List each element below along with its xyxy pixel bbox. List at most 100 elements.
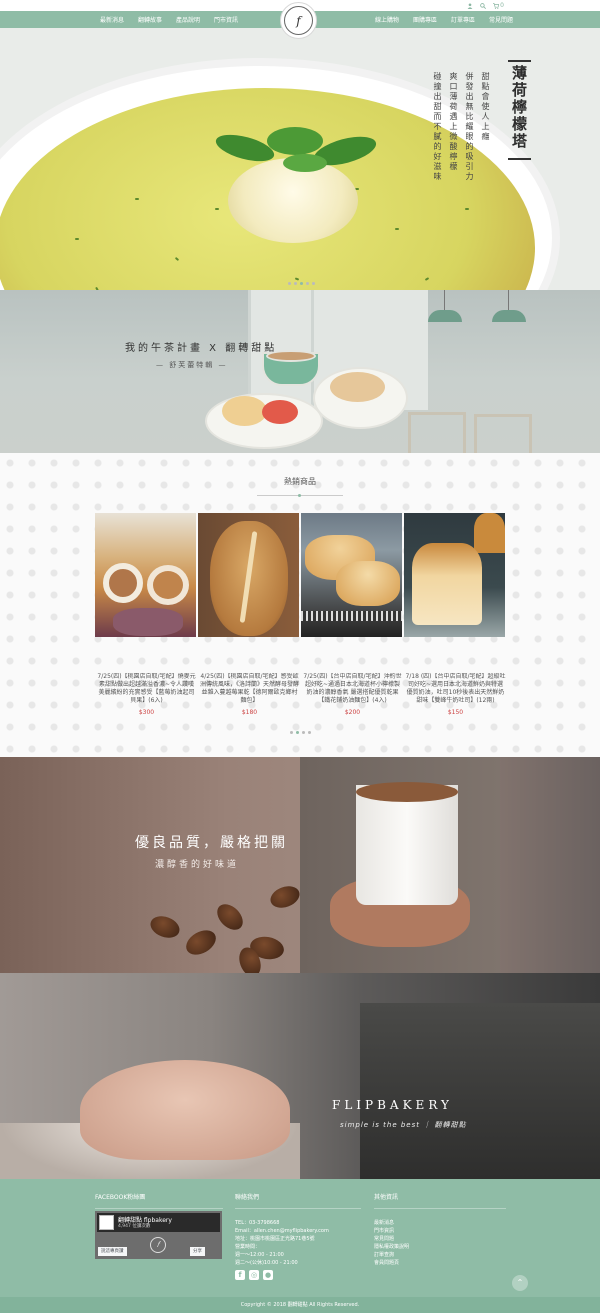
- coffee-latte-top: [356, 782, 458, 802]
- contact-address: 地址：桃園市桃園區正光路71巷5號: [235, 1236, 315, 1242]
- coffee-cup-image: [356, 785, 458, 905]
- logo-mark: 𝑓: [284, 6, 313, 35]
- tea-subtitle: — 舒芙蕾特輯 —: [156, 361, 228, 369]
- pendant-lamp: [492, 290, 526, 322]
- afternoon-tea-banner[interactable]: [0, 290, 600, 453]
- hero-line-1: 甜點會使人上癮: [481, 72, 490, 142]
- hero-dot[interactable]: [306, 282, 309, 285]
- souffle-pancake: [222, 396, 267, 426]
- chair-image: [408, 412, 466, 453]
- nav-item-group-buy[interactable]: 團購專區: [413, 15, 437, 24]
- social-links: f ◎ ●: [235, 1270, 273, 1280]
- product-image-country-bread[interactable]: [198, 513, 299, 637]
- nav-item-shop[interactable]: 線上購物: [375, 15, 399, 24]
- footer-link-news[interactable]: 最新消息: [374, 1219, 506, 1227]
- contact-hours-1: 週一～12:00 - 21:00: [235, 1252, 284, 1258]
- product-card[interactable]: 7/18 (四)【台中店自取/宅配】超級吐司好吃~選用日本北海道鮮奶與特選優質奶…: [404, 513, 507, 716]
- fb-header: 翻轉甜點 flpbakery 4,947 位讚次數: [97, 1213, 220, 1232]
- hero-banner[interactable]: 薄荷檸檬塔 甜點會使人上癮 併發出無比耀眼的吸引力 爽口薄荷遇上微酸檸檬 碰撞出…: [0, 28, 600, 290]
- facebook-widget[interactable]: 翻轉甜點 flpbakery 4,947 位讚次數 𝑓 說這專頁讚 分享: [95, 1211, 222, 1259]
- products-slider-dots: [290, 731, 311, 734]
- products-dot[interactable]: [308, 731, 311, 734]
- hero-slider-dots: [288, 282, 315, 285]
- product-description[interactable]: 4/25(四)【桃園店自取/宅配】感受歐洲傳統風味，《洛詩蘭》天然酵母發酵並雜入…: [198, 673, 301, 705]
- tea-title: 我的午茶計畫 X 翻轉甜點: [125, 343, 278, 354]
- fb-page-avatar: [99, 1215, 114, 1230]
- nav-item-story[interactable]: 翻轉故事: [138, 15, 162, 24]
- fb-like-label: 說這專頁讚: [101, 1249, 124, 1254]
- hero-dot-active[interactable]: [300, 282, 303, 285]
- kneading-hands-image: [80, 1060, 290, 1160]
- contact-tel[interactable]: TEL：03-3798668: [235, 1219, 361, 1227]
- fb-heading: FACEBOOK粉絲團: [95, 1194, 146, 1201]
- hero-dot[interactable]: [288, 282, 291, 285]
- product-card[interactable]: 4/25(四)【桃園店自取/宅配】感受歐洲傳統風味，《洛詩蘭》天然酵母發酵並雜入…: [198, 513, 301, 716]
- shop-interior: [360, 1003, 600, 1179]
- footer-facebook-column: FACEBOOK粉絲團: [95, 1192, 223, 1209]
- links-heading: 其他資訊: [374, 1194, 399, 1201]
- quality-subtitle: 濃醇香的好味道: [155, 860, 240, 870]
- product-image-milk-toast[interactable]: [404, 513, 505, 637]
- product-description[interactable]: 7/25(四)【台中店自取/宅配】沖約世超好吃~通過日本北海道杯小檸檬製奶油的濃…: [301, 673, 404, 705]
- contact-heading: 聯絡我們: [235, 1194, 260, 1201]
- chair-image: [474, 414, 532, 453]
- nav-item-faq[interactable]: 常見問題: [489, 15, 513, 24]
- line-icon[interactable]: ●: [263, 1270, 273, 1280]
- footer-link-faq[interactable]: 常見問題: [374, 1235, 506, 1243]
- products-dot[interactable]: [302, 731, 305, 734]
- products-dot[interactable]: [290, 731, 293, 734]
- user-icon[interactable]: [467, 2, 473, 9]
- footer-link-privacy[interactable]: 隱私權政策說明: [374, 1243, 506, 1251]
- souffle-plate-left: [205, 393, 323, 449]
- product-card[interactable]: 7/25(四)【桃園店自取/宅配】燒麥元素甜點做出超越滿溢香濃~令人讚嘆美麗繽紛…: [95, 513, 198, 716]
- cart-button[interactable]: 0: [493, 2, 504, 9]
- search-icon[interactable]: [480, 2, 487, 9]
- product-card[interactable]: 7/25(四)【台中店自取/宅配】沖約世超好吃~通過日本北海道杯小檸檬製奶油的濃…: [301, 513, 404, 716]
- souffle-pancake: [330, 372, 385, 402]
- fruit-topping: [262, 400, 298, 424]
- coffee-bean: [267, 882, 303, 912]
- nav-item-products[interactable]: 產品說明: [176, 15, 200, 24]
- nav-item-stores[interactable]: 門市資訊: [214, 15, 238, 24]
- cart-count: 0: [500, 2, 504, 9]
- fb-cover-logo: 𝑓: [150, 1237, 166, 1253]
- facebook-icon[interactable]: f: [235, 1270, 245, 1280]
- hot-products-heading: 熱銷商品: [284, 477, 316, 486]
- quality-title: 優良品質，嚴格把關: [135, 835, 288, 851]
- hero-dot[interactable]: [312, 282, 315, 285]
- chevron-up-icon: ⌃: [516, 1278, 524, 1287]
- product-image-bagel[interactable]: [95, 513, 196, 637]
- contact-hours-label: 營業時間：: [235, 1244, 261, 1250]
- hero-title-box: 薄荷檸檬塔: [508, 60, 531, 160]
- back-to-top-button[interactable]: ⌃: [512, 1275, 528, 1291]
- cart-icon: [493, 2, 500, 9]
- flipbakery-banner: [0, 973, 600, 1179]
- fb-share-button[interactable]: 分享: [190, 1247, 205, 1256]
- hero-line-3: 爽口薄荷遇上微酸檸檬: [449, 72, 458, 172]
- product-price: $300: [138, 709, 155, 716]
- instagram-icon[interactable]: ◎: [249, 1270, 259, 1280]
- product-image-butter-roll[interactable]: [301, 513, 402, 637]
- product-price: $180: [241, 709, 258, 716]
- site-logo[interactable]: 𝑓: [280, 2, 317, 39]
- footer-link-order-query[interactable]: 訂單查詢: [374, 1251, 506, 1259]
- copyright: Copyright © 2018 翻轉甜點 All Rights Reserve…: [0, 1297, 600, 1313]
- contact-email[interactable]: Email：allen.chen@myflipbakery.com: [235, 1227, 361, 1235]
- footer-link-stores[interactable]: 門市資訊: [374, 1227, 506, 1235]
- products-dot-active[interactable]: [296, 731, 299, 734]
- product-description[interactable]: 7/18 (四)【台中店自取/宅配】超級吐司好吃~選用日本北海道鮮奶與特選優質奶…: [404, 673, 507, 705]
- coffee-bean: [147, 912, 183, 942]
- nav-item-orders[interactable]: 訂單專區: [451, 15, 475, 24]
- fb-like-button[interactable]: 說這專頁讚: [98, 1247, 127, 1256]
- product-description[interactable]: 7/25(四)【桃園店自取/宅配】燒麥元素甜點做出超越滿溢香濃~令人讚嘆美麗繽紛…: [95, 673, 198, 705]
- flipbakery-title: FLIPBAKERY: [332, 1098, 453, 1112]
- hero-dot[interactable]: [294, 282, 297, 285]
- footer-link-member[interactable]: 會員問題頁: [374, 1259, 506, 1267]
- nav-item-news[interactable]: 最新消息: [100, 15, 124, 24]
- heading-divider: [257, 494, 343, 497]
- hero-title: 薄荷檸檬塔: [510, 65, 528, 150]
- hero-line-4: 碰撞出甜而不膩的好滋味: [433, 72, 442, 182]
- coffee-bean: [181, 925, 221, 960]
- product-price: $200: [344, 709, 361, 716]
- mint-leaves: [215, 127, 377, 172]
